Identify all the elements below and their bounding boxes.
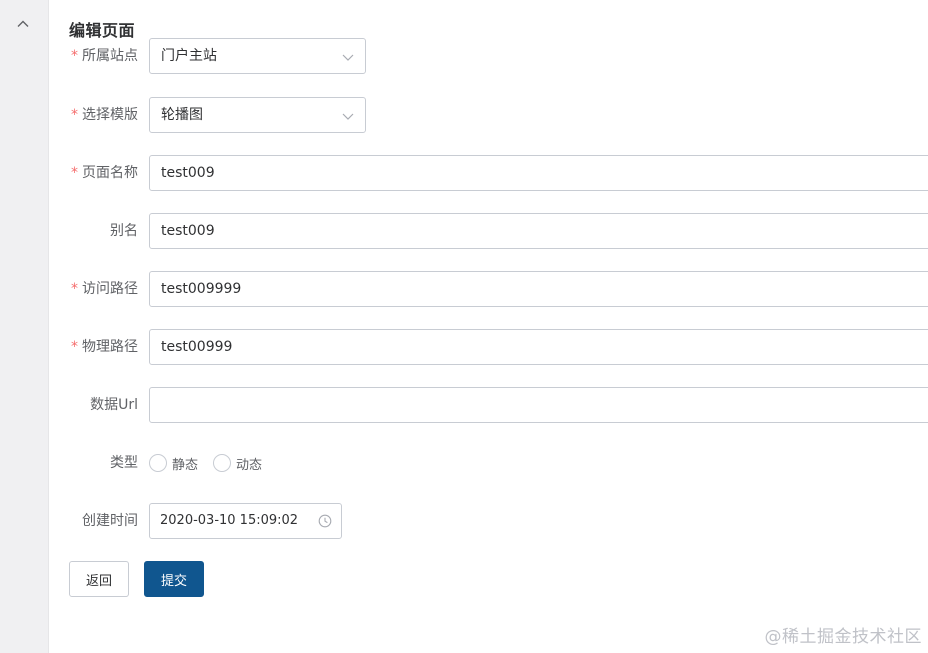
form-row-page-name: * 页面名称: [49, 155, 928, 191]
data-url-label: 数据Url: [90, 397, 138, 413]
page-name-label-text: 页面名称: [82, 165, 138, 181]
page-name-label: * 页面名称: [49, 155, 138, 191]
template-label-text: 选择模版: [82, 107, 138, 123]
template-select[interactable]: 轮播图: [149, 97, 366, 133]
form-row-template: * 选择模版 轮播图: [49, 97, 928, 133]
clock-icon: [318, 514, 332, 528]
alias-label: 别名: [110, 223, 138, 239]
edit-page: 编辑页面 * 所属站点 门户主站 * 选择模版 轮播图 * 页面名称 test0…: [0, 0, 928, 653]
left-gutter: [0, 0, 49, 653]
required-mark: *: [71, 339, 78, 355]
template-label: * 选择模版: [49, 97, 138, 133]
type-label: 类型: [110, 455, 138, 471]
chevron-down-icon: [342, 54, 354, 61]
physical-path-input[interactable]: [149, 329, 928, 365]
submit-button[interactable]: 提交: [144, 561, 204, 597]
access-path-label-text: 访问路径: [82, 281, 138, 297]
radio-static[interactable]: 静态: [149, 454, 198, 473]
chevron-down-icon: [342, 113, 354, 120]
template-select-value: 轮播图: [161, 107, 203, 123]
physical-path-label: * 物理路径: [49, 329, 138, 365]
site-select-value: 门户主站: [161, 48, 217, 64]
alias-input[interactable]: [149, 213, 928, 249]
form-row-created-time: 创建时间 2020-03-10 15:09:02: [49, 503, 928, 539]
watermark: @稀土掘金技术社区: [764, 627, 922, 647]
form-row-site: * 所属站点 门户主站: [49, 38, 928, 74]
form-panel: 编辑页面 * 所属站点 门户主站 * 选择模版 轮播图 * 页面名称 test0…: [49, 0, 928, 653]
collapse-toggle[interactable]: [13, 14, 33, 34]
form-row-type: 类型 静态 动态: [49, 445, 928, 481]
form-row-data-url: 数据Url: [49, 387, 928, 423]
site-label: * 所属站点: [49, 38, 138, 74]
site-select[interactable]: 门户主站: [149, 38, 366, 74]
radio-dynamic[interactable]: 动态: [213, 454, 262, 473]
created-time-value: 2020-03-10 15:09:02: [160, 513, 299, 528]
radio-static-label: 静态: [172, 457, 199, 473]
radio-dynamic-label: 动态: [236, 457, 263, 473]
created-time-label: 创建时间: [82, 513, 138, 529]
required-mark: *: [71, 165, 78, 181]
created-time-picker[interactable]: 2020-03-10 15:09:02: [149, 503, 342, 539]
type-radio-group: 静态 动态: [149, 445, 277, 481]
data-url-input[interactable]: [149, 387, 928, 423]
access-path-input[interactable]: [149, 271, 928, 307]
required-mark: *: [71, 48, 78, 64]
chevron-up-icon: [17, 20, 29, 27]
required-mark: *: [71, 281, 78, 297]
form-row-alias: 别名: [49, 213, 928, 249]
back-button[interactable]: 返回: [69, 561, 129, 597]
physical-path-label-text: 物理路径: [82, 339, 138, 355]
radio-dynamic-circle[interactable]: [213, 454, 232, 472]
page-name-input[interactable]: [149, 155, 928, 191]
form-row-access-path: * 访问路径: [49, 271, 928, 307]
radio-static-circle[interactable]: [149, 454, 167, 472]
site-label-text: 所属站点: [82, 48, 138, 64]
required-mark: *: [71, 107, 78, 123]
access-path-label: * 访问路径: [49, 271, 138, 307]
form-row-physical-path: * 物理路径: [49, 329, 928, 365]
